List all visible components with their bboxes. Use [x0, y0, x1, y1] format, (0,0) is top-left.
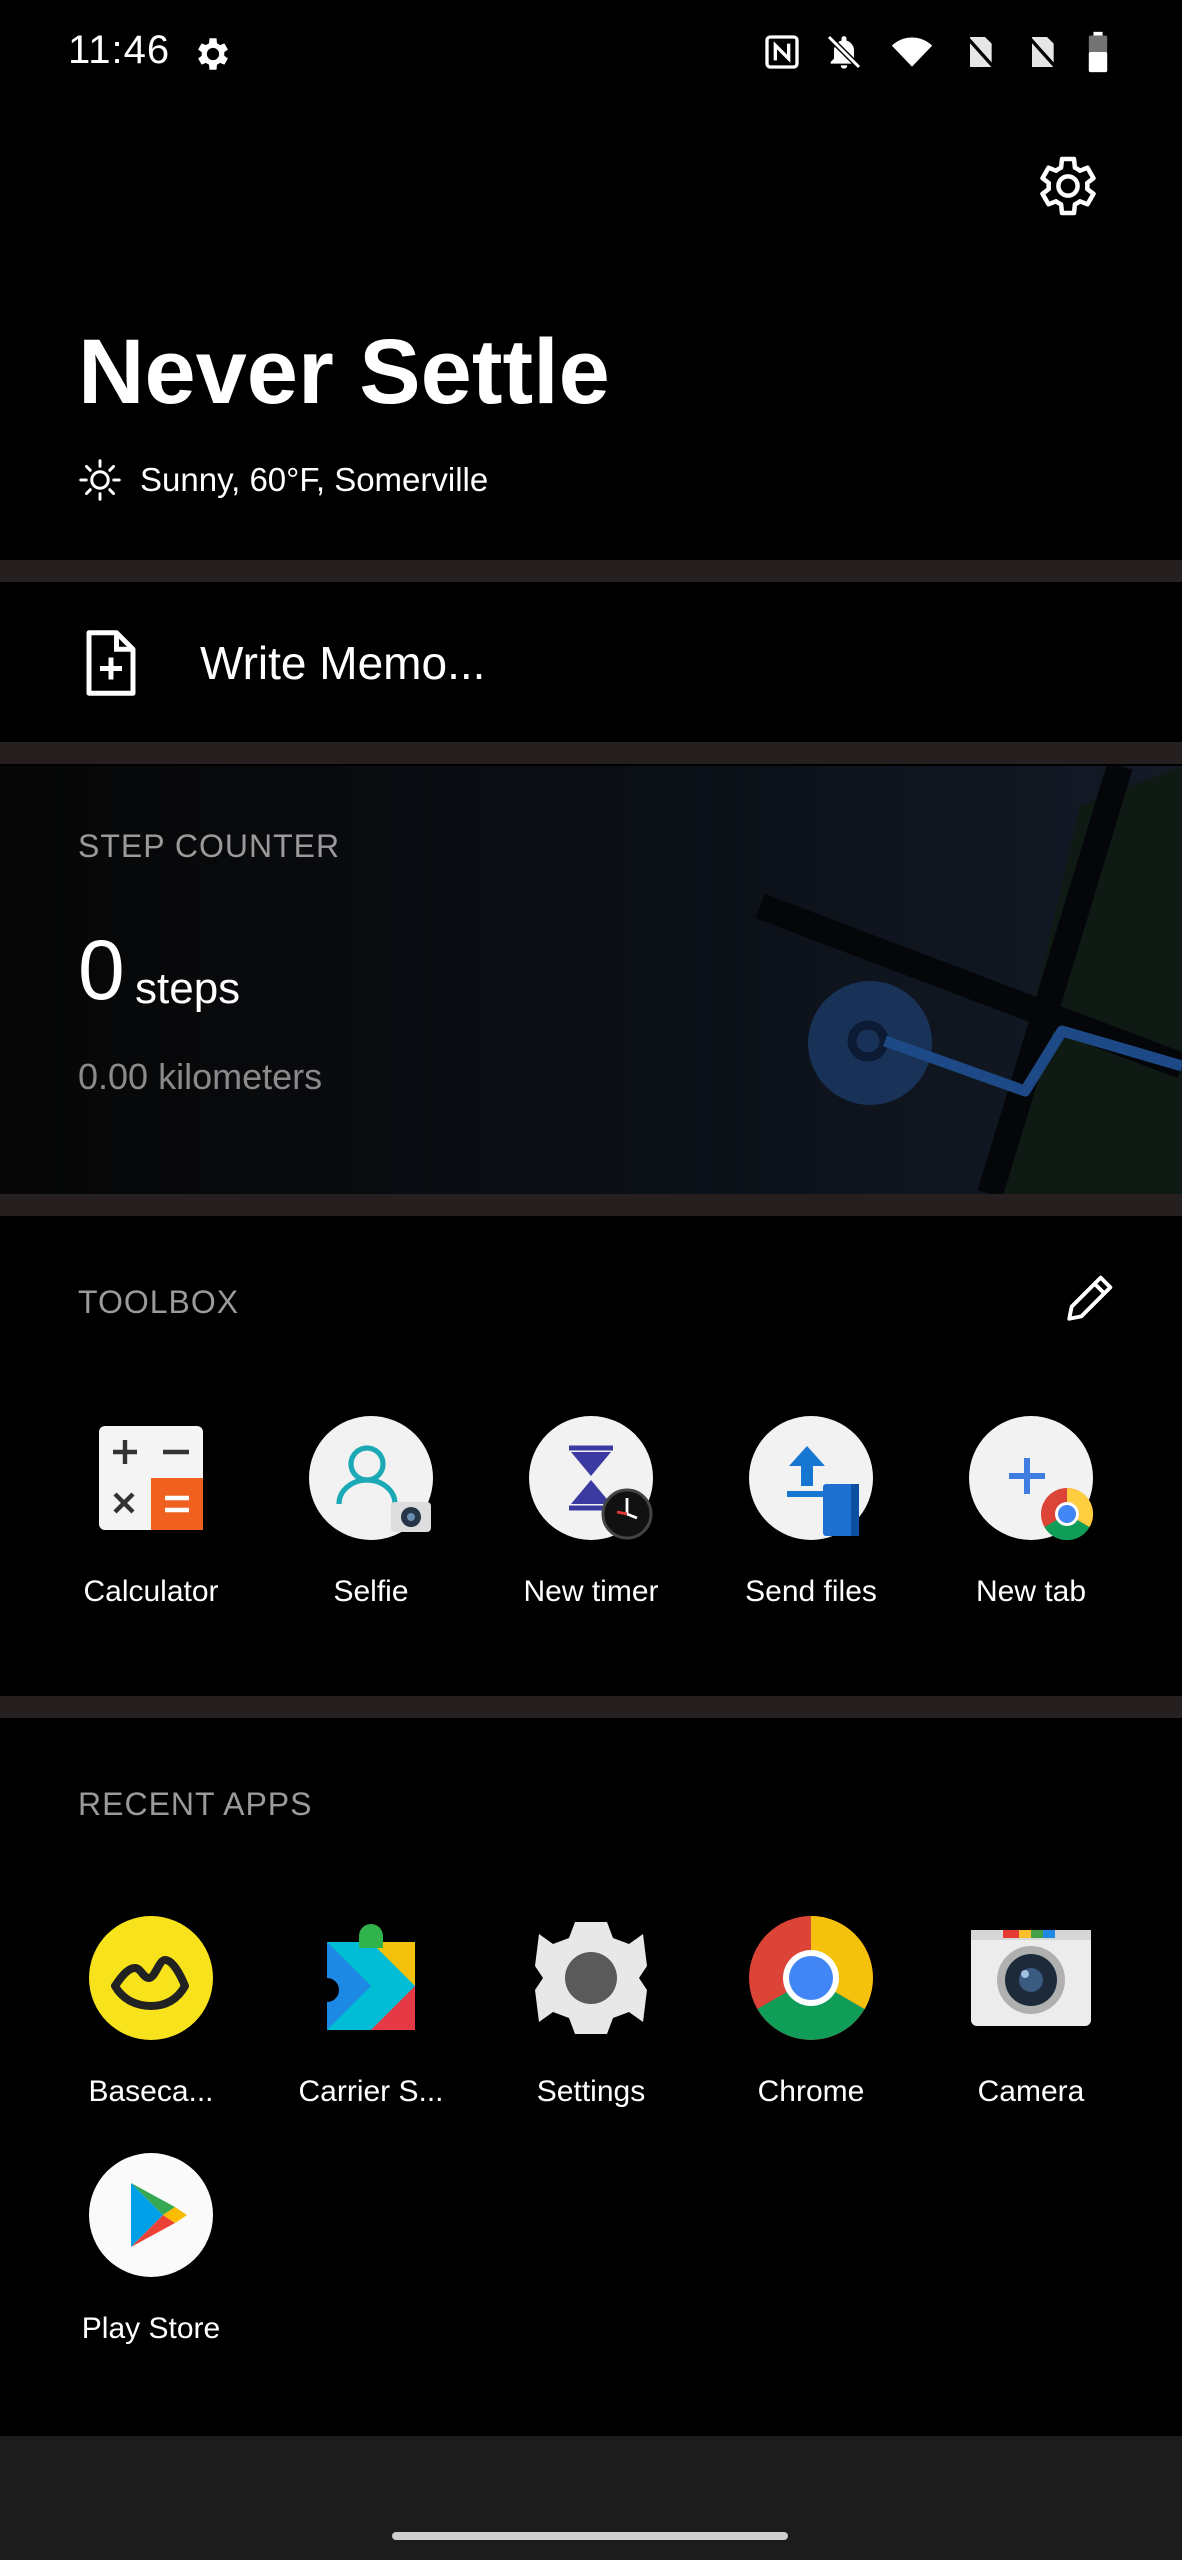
divider: [0, 560, 1182, 582]
step-counter-card[interactable]: STEP COUNTER 0 steps 0.00 kilometers: [0, 766, 1182, 1194]
battery-icon: [1088, 31, 1108, 73]
recent-app-label: Carrier S...: [298, 2075, 444, 2108]
toolbox-item-label: Send files: [745, 1575, 877, 1608]
weather-text: Sunny, 60°F, Somerville: [140, 461, 489, 498]
status-bar: 11:46: [0, 0, 1182, 110]
toolbox-item-send-files[interactable]: Send files: [711, 1414, 911, 1609]
home-gesture-handle[interactable]: [392, 2532, 788, 2540]
toolbox-title: TOOLBOX: [78, 1284, 240, 1320]
no-sim-icon: [965, 35, 997, 70]
toolbox-item-label: Calculator: [83, 1575, 219, 1608]
calculator-icon: [99, 1426, 203, 1530]
divider: [0, 742, 1182, 764]
recent-app-chrome[interactable]: Chrome: [711, 1914, 911, 2109]
settings-gear-icon: [535, 1922, 647, 2034]
recent-app-label: Play Store: [81, 2312, 221, 2345]
settings-status-icon: [198, 38, 228, 70]
recent-app-label: Camera: [977, 2075, 1085, 2108]
note-add-icon: [86, 630, 136, 696]
toolbox-item-selfie[interactable]: Selfie: [271, 1414, 471, 1609]
divider: [0, 1696, 1182, 1718]
shelf-title: Never Settle: [78, 321, 610, 423]
weather-row[interactable]: Sunny, 60°F, Somerville: [78, 458, 488, 502]
recent-app-basecamp[interactable]: Baseca...: [51, 1914, 251, 2109]
timer-icon: [529, 1416, 653, 1540]
write-memo-label: Write Memo...: [200, 637, 486, 689]
step-count: 0: [78, 923, 125, 1017]
recent-app-label: Chrome: [757, 2075, 865, 2108]
step-distance: 0.00 kilometers: [78, 1056, 323, 1097]
write-memo-row[interactable]: Write Memo...: [0, 582, 1182, 742]
toolbox-item-label: New tab: [975, 1575, 1087, 1608]
recent-app-camera[interactable]: Camera: [931, 1914, 1131, 2109]
step-unit: steps: [135, 964, 241, 1013]
recent-app-play-store[interactable]: Play Store: [51, 2151, 251, 2346]
camera-icon: [971, 1930, 1091, 2026]
recent-app-label: Baseca...: [88, 2075, 214, 2108]
gear-icon[interactable]: [1032, 150, 1104, 222]
recent-apps-title: RECENT APPS: [78, 1786, 313, 1822]
step-counter-title: STEP COUNTER: [78, 828, 341, 864]
navigation-bar: [0, 2436, 1182, 2560]
play-store-icon: [89, 2153, 213, 2277]
nfc-icon: [765, 35, 799, 69]
status-time: 11:46: [68, 28, 171, 72]
no-sim-icon: [1027, 35, 1059, 70]
notifications-off-icon: [826, 34, 862, 70]
status-icons: [762, 30, 1112, 74]
recent-app-settings[interactable]: Settings: [491, 1914, 691, 2109]
toolbox-item-label: New timer: [523, 1575, 659, 1608]
selfie-icon: [309, 1416, 433, 1540]
recent-app-carrier-services[interactable]: Carrier S...: [271, 1914, 471, 2109]
basecamp-icon: [89, 1916, 213, 2040]
send-files-icon: [749, 1416, 873, 1540]
chrome-icon: [749, 1916, 873, 2040]
toolbox-item-calculator[interactable]: Calculator: [51, 1414, 251, 1609]
carrier-services-icon: [315, 1924, 415, 2030]
toolbox-item-new-tab[interactable]: New tab: [931, 1414, 1131, 1609]
wifi-icon: [891, 37, 933, 67]
pencil-icon[interactable]: [1062, 1268, 1120, 1326]
toolbox-item-label: Selfie: [333, 1575, 409, 1608]
sun-icon: [79, 459, 121, 501]
recent-app-label: Settings: [536, 2075, 646, 2108]
divider: [0, 1194, 1182, 1216]
new-tab-icon: [969, 1416, 1094, 1541]
toolbox-item-new-timer[interactable]: New timer: [491, 1414, 691, 1609]
